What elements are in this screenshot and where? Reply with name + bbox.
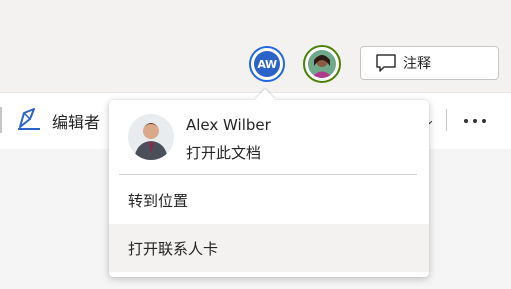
contact-name: Alex Wilber: [186, 116, 271, 134]
editor-label: 编辑者: [52, 113, 101, 132]
editor-pen-icon: [16, 107, 42, 135]
current-user-initials: AW: [254, 51, 280, 77]
more-options-button[interactable]: [458, 109, 492, 133]
current-user-avatar[interactable]: AW: [249, 46, 285, 82]
collaborator-avatar[interactable]: [303, 45, 341, 83]
goto-location-item[interactable]: 转到位置: [109, 178, 429, 222]
ribbon-divider: [0, 107, 2, 133]
contact-popup: Alex Wilber 打开此文档 转到位置 打开联系人卡: [109, 89, 429, 277]
comments-button[interactable]: 注释: [360, 46, 499, 80]
open-contact-card-item[interactable]: 打开联系人卡: [109, 224, 429, 272]
more-icon-dot: [482, 119, 486, 123]
editor-button[interactable]: 编辑者: [16, 108, 100, 134]
more-icon-dot: [464, 119, 468, 123]
contact-photo: [128, 114, 174, 160]
contact-header: Alex Wilber 打开此文档: [109, 100, 429, 174]
more-icon-dot: [473, 119, 477, 123]
collaborator-photo: [308, 50, 336, 78]
open-document-link[interactable]: 打开此文档: [186, 142, 261, 163]
comment-icon: [375, 53, 397, 73]
ribbon-divider-2: [446, 109, 447, 131]
comments-label: 注释: [403, 56, 431, 72]
popup-divider: [119, 174, 417, 175]
